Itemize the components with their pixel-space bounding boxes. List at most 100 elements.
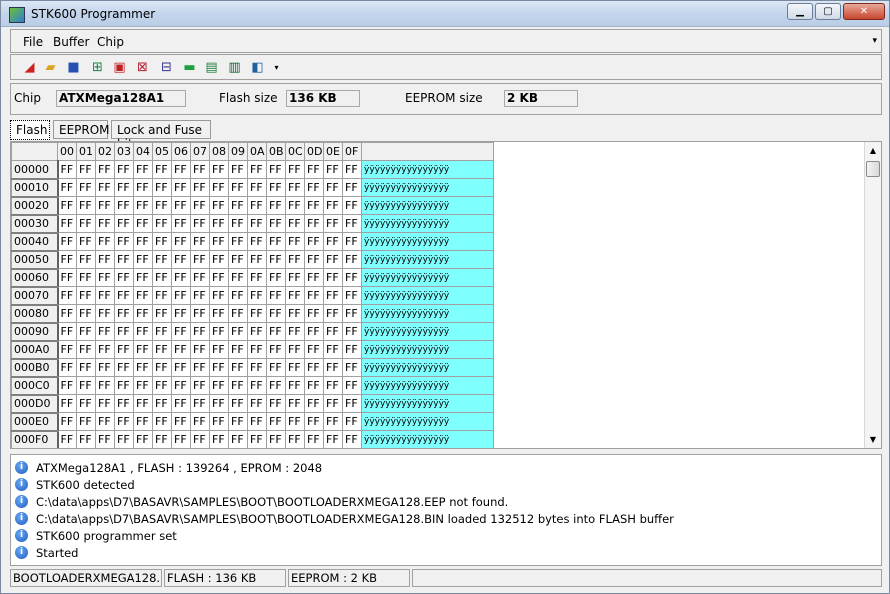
hex-byte-cell[interactable]: FF [285,160,305,179]
hex-byte-cell[interactable]: FF [209,178,229,197]
hex-byte-cell[interactable]: FF [152,268,172,287]
hex-byte-cell[interactable]: FF [95,394,115,413]
hex-byte-cell[interactable]: FF [114,412,134,431]
hex-byte-cell[interactable]: FF [171,322,191,341]
hex-byte-cell[interactable]: FF [76,358,96,377]
hex-byte-cell[interactable]: FF [304,322,324,341]
hex-byte-cell[interactable]: FF [342,304,362,323]
hex-byte-cell[interactable]: FF [114,250,134,269]
hex-byte-cell[interactable]: FF [228,214,248,233]
hex-byte-cell[interactable]: FF [266,160,286,179]
hex-byte-cell[interactable]: FF [228,160,248,179]
hex-byte-cell[interactable]: FF [247,286,267,305]
hex-byte-cell[interactable]: FF [190,178,210,197]
hex-byte-cell[interactable]: FF [76,286,96,305]
tab-lock-fuse[interactable]: Lock and Fuse bits [111,120,211,151]
hex-byte-cell[interactable]: FF [133,412,153,431]
minimize-button[interactable]: ▁ [787,3,813,20]
hex-byte-cell[interactable]: FF [285,286,305,305]
flash-hex-grid[interactable]: 00 01 02 03 04 05 06 07 08 09 0A 0B 0C 0D 0E 0F 00000 FF… [10,141,882,449]
hex-byte-cell[interactable]: FF [247,340,267,359]
hex-byte-cell[interactable]: FF [228,322,248,341]
hex-byte-cell[interactable]: FF [57,376,77,395]
hex-byte-cell[interactable]: FF [76,250,96,269]
hex-byte-cell[interactable]: FF [95,196,115,215]
hex-byte-cell[interactable]: FF [114,322,134,341]
hex-byte-cell[interactable]: FF [133,394,153,413]
hex-byte-cell[interactable]: FF [266,196,286,215]
hex-byte-cell[interactable]: FF [133,376,153,395]
hex-byte-cell[interactable]: FF [57,394,77,413]
hex-byte-cell[interactable]: FF [247,376,267,395]
hex-byte-cell[interactable]: FF [323,430,343,448]
hex-byte-cell[interactable]: FF [247,196,267,215]
hex-byte-cell[interactable]: FF [323,160,343,179]
hex-byte-cell[interactable]: FF [285,304,305,323]
hex-byte-cell[interactable]: FF [76,322,96,341]
hex-byte-cell[interactable]: FF [228,376,248,395]
hex-byte-cell[interactable]: FF [209,268,229,287]
hex-byte-cell[interactable]: FF [247,160,267,179]
hex-byte-cell[interactable]: FF [171,286,191,305]
menu-overflow-icon[interactable]: ▾ [872,36,877,46]
hex-byte-cell[interactable]: FF [247,412,267,431]
hex-byte-cell[interactable]: FF [114,286,134,305]
hex-byte-cell[interactable]: FF [342,214,362,233]
hex-byte-cell[interactable]: FF [95,232,115,251]
hex-byte-cell[interactable]: FF [342,376,362,395]
hex-byte-cell[interactable]: FF [247,322,267,341]
ascii-cell[interactable]: ÿÿÿÿÿÿÿÿÿÿÿÿÿÿÿÿ [361,160,494,179]
hex-byte-cell[interactable]: FF [190,304,210,323]
hex-byte-cell[interactable]: FF [57,412,77,431]
ascii-cell[interactable]: ÿÿÿÿÿÿÿÿÿÿÿÿÿÿÿÿ [361,232,494,251]
hex-byte-cell[interactable]: FF [152,286,172,305]
hex-byte-cell[interactable]: FF [57,430,77,448]
hex-byte-cell[interactable]: FF [266,178,286,197]
ascii-cell[interactable]: ÿÿÿÿÿÿÿÿÿÿÿÿÿÿÿÿ [361,286,494,305]
hex-byte-cell[interactable]: FF [76,412,96,431]
hex-byte-cell[interactable]: FF [266,214,286,233]
hex-byte-cell[interactable]: FF [95,358,115,377]
program-icon[interactable]: ⊞ [89,59,106,76]
hex-byte-cell[interactable]: FF [171,358,191,377]
hex-byte-cell[interactable]: FF [95,304,115,323]
hex-byte-cell[interactable]: FF [133,232,153,251]
hex-byte-cell[interactable]: FF [57,268,77,287]
hex-byte-cell[interactable]: FF [342,430,362,448]
hex-byte-cell[interactable]: FF [152,178,172,197]
hex-byte-cell[interactable]: FF [266,376,286,395]
hex-byte-cell[interactable]: FF [152,304,172,323]
hex-byte-cell[interactable]: FF [57,322,77,341]
hex-byte-cell[interactable]: FF [323,268,343,287]
hex-byte-cell[interactable]: FF [95,178,115,197]
hex-table[interactable]: 00 01 02 03 04 05 06 07 08 09 0A 0B 0C 0D 0E 0F 00000 FF… [11,142,494,448]
hex-byte-cell[interactable]: FF [228,304,248,323]
hex-byte-cell[interactable]: FF [285,232,305,251]
hex-byte-cell[interactable]: FF [95,250,115,269]
hex-byte-cell[interactable]: FF [76,178,96,197]
hex-byte-cell[interactable]: FF [190,358,210,377]
hex-byte-cell[interactable]: FF [247,268,267,287]
hex-byte-cell[interactable]: FF [304,376,324,395]
hex-byte-cell[interactable]: FF [323,250,343,269]
hex-byte-cell[interactable]: FF [152,196,172,215]
hex-byte-cell[interactable]: FF [171,196,191,215]
hex-byte-cell[interactable]: FF [76,340,96,359]
hex-byte-cell[interactable]: FF [190,430,210,448]
hex-byte-cell[interactable]: FF [133,160,153,179]
hex-byte-cell[interactable]: FF [133,304,153,323]
hex-byte-cell[interactable]: FF [76,196,96,215]
hex-byte-cell[interactable]: FF [114,376,134,395]
hex-byte-cell[interactable]: FF [342,340,362,359]
hex-byte-cell[interactable]: FF [95,214,115,233]
hex-byte-cell[interactable]: FF [114,160,134,179]
hex-byte-cell[interactable]: FF [57,232,77,251]
hex-byte-cell[interactable]: FF [266,430,286,448]
hex-byte-cell[interactable]: FF [133,268,153,287]
hex-byte-cell[interactable]: FF [57,214,77,233]
hex-byte-cell[interactable]: FF [152,250,172,269]
hex-byte-cell[interactable]: FF [152,160,172,179]
ascii-cell[interactable]: ÿÿÿÿÿÿÿÿÿÿÿÿÿÿÿÿ [361,250,494,269]
hex-byte-cell[interactable]: FF [228,286,248,305]
ascii-cell[interactable]: ÿÿÿÿÿÿÿÿÿÿÿÿÿÿÿÿ [361,376,494,395]
